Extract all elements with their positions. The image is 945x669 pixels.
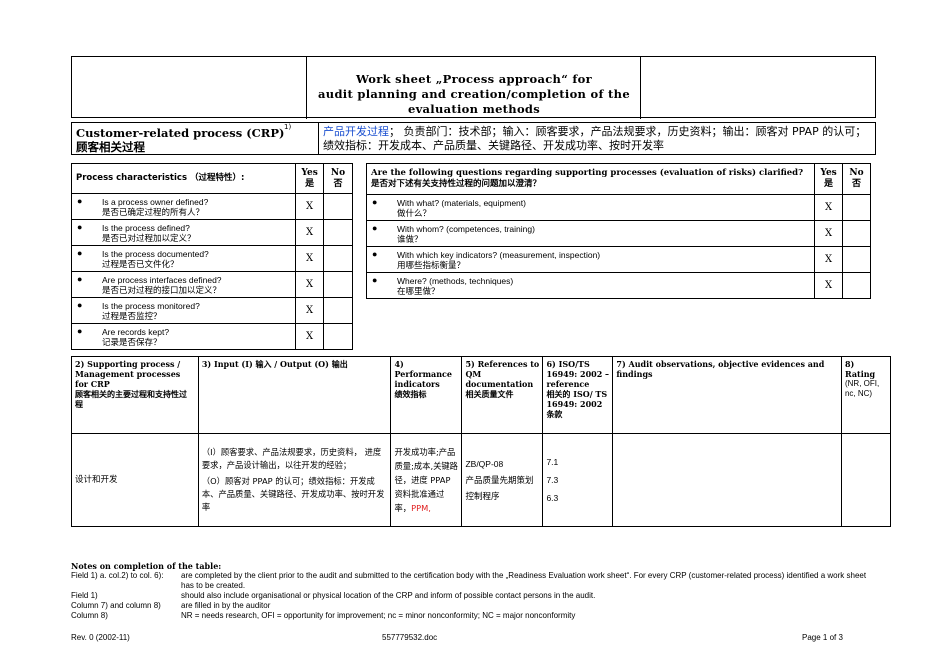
list-item: ● With which key indicators? (measurement… [365,246,816,273]
crp-label-cell: Customer-related process (CRP) 1) 顾客相关过程 [72,123,319,154]
no-check[interactable] [842,194,871,221]
process-characteristics-table: Process characteristics （过程特性）: Yes 是 No 否… [70,163,353,350]
worksheet-title: Work sheet „Process approach“ for audit … [308,72,640,117]
yes-check[interactable]: X [814,246,844,273]
no-check[interactable] [323,323,353,350]
list-item: ● With what? (materials, equipment) 做什么？ [365,194,816,221]
col-header-iso-reference: 6) ISO/TS 16949: 2002 – reference 相关的 ISO… [542,355,614,435]
list-item: ● Is the process monitored? 过程是否监控？ [70,297,297,324]
no-check[interactable] [323,271,353,298]
ref-code: ZB/QP-08 [465,459,504,470]
rating-cell[interactable] [840,433,892,527]
note-item: Field 1) should also include organisation… [71,591,596,600]
col-header-references: 5) References to QM documentation 相关质量文件 [461,355,544,435]
no-check[interactable] [842,272,871,299]
no-check[interactable] [323,193,353,220]
reference-cell: ZB/QP-08 产品质量先期策划控制程序 [461,433,544,527]
title-line-2: audit planning and creation/completion o… [318,87,630,101]
no-check[interactable] [323,245,353,272]
list-item: ● Is the process defined? 是否已对过程加以定义？ [70,219,297,246]
yes-check[interactable]: X [814,220,844,247]
process-cell: 设计和开发 [71,433,199,527]
header-left-cell [72,57,307,119]
ref-name: 产品质量先期策划控制程序 [465,475,534,502]
no-header: No 否 [842,163,871,195]
output-text: （O）顾客对 PPAP 的认可；绩效指标：开发成本、产品质量、关键路径、开发成功… [201,476,385,513]
revision-label: Rev. 0 (2002-11) [71,633,130,642]
supporting-questions-header: Are the following questions regarding su… [365,163,816,195]
title-line-1: Work sheet „Process approach“ for [356,72,592,86]
no-check[interactable] [323,297,353,324]
kpi-cell: 开发成功率;产品质量;成本,关键路径，进度 PPAP 资料批准通过率，PPM, [390,433,463,527]
notes-title: Notes on completion of the table: [71,561,222,571]
crp-label-cn: 顾客相关过程 [76,140,145,154]
clauses-cell: 7.1 7.3 6.3 [542,433,614,527]
process-characteristics-header: Process characteristics （过程特性）: [70,163,297,194]
observations-cell[interactable] [612,433,842,527]
list-item: ● Is the process documented? 过程是否已文件化？ [70,245,297,272]
note-item: Column 8) NR = needs research, OFI = oppo… [71,611,576,620]
col-header-rating: 8) Rating (NR, OFI, nc, NC) [840,355,892,435]
crp-row: Customer-related process (CRP) 1) 顾客相关过程… [71,122,876,155]
note-item: Field 1) a. col.2) to col. 6): are comple… [71,571,867,590]
col-header-performance: 4) Performance indicators 绩效指标 [390,355,463,435]
crp-process-details: ； 负责部门：技术部；输入：顾客要求，产品法规要求，历史资料；输出：顾客对 PP… [323,125,867,152]
worksheet-header: Work sheet „Process approach“ for audit … [71,56,877,119]
yes-check[interactable]: X [295,193,325,220]
yes-check[interactable]: X [814,272,844,299]
clause: 6.3 [546,493,559,504]
list-item: ● Is a process owner defined? 是否已确定过程的所有人？ [70,193,297,220]
list-item: ● Where? (methods, techniques) 在哪里做？ [365,272,816,299]
list-item: ● With whom? (competences, training) 谁做？ [365,220,816,247]
kpi-ppm: PPM, [411,503,431,514]
yes-check[interactable]: X [295,219,325,246]
note-item: Column 7) and column 8) are filled in by … [71,601,271,610]
input-text: （I）顾客要求、产品法规要求，历史资料， 进度要求，产品设计输出，以往开发的经验… [201,447,382,471]
process-evaluation-table: 2) Supporting process / Management proce… [71,355,892,527]
col-header-input-output: 3) Input (I) 输入 / Output (O) 输出 [197,355,392,435]
document-filename: 557779532.doc [382,633,438,642]
crp-description: 产品开发过程； 负责部门：技术部；输入：顾客要求，产品法规要求，历史资料；输出：… [323,125,873,153]
page-number: Page 1 of 3 [802,633,843,642]
input-output-cell: （I）顾客要求、产品法规要求，历史资料， 进度要求，产品设计输出，以往开发的经验… [197,433,392,527]
no-header: No 否 [323,163,353,194]
no-check[interactable] [842,246,871,273]
list-item: ● Are process interfaces defined? 是否已对过程的接… [70,271,297,298]
clause: 7.3 [546,475,559,486]
col-header-process: 2) Supporting process / Management proce… [71,355,199,435]
col-header-audit-observations: 7) Audit observations, objective evidenc… [612,355,842,435]
clause: 7.1 [546,457,559,468]
yes-check[interactable]: X [295,271,325,298]
title-line-3: evaluation methods [407,102,541,116]
yes-check[interactable]: X [295,323,325,350]
yes-header: Yes 是 [295,163,325,194]
yes-check[interactable]: X [295,297,325,324]
no-check[interactable] [323,219,353,246]
crp-process-name: 产品开发过程 [323,125,389,138]
no-check[interactable] [842,220,871,247]
yes-check[interactable]: X [295,245,325,272]
list-item: ● Are records kept? 记录是否保存？ [70,323,297,350]
crp-label-en: Customer-related process (CRP) [76,126,285,140]
yes-check[interactable]: X [814,194,844,221]
notes-section: Notes on completion of the table: Field … [71,561,881,621]
crp-footnote-ref: 1) [284,123,292,131]
yes-header: Yes 是 [814,163,844,195]
supporting-questions-table: Are the following questions regarding su… [365,163,871,299]
header-right-cell [640,57,877,119]
